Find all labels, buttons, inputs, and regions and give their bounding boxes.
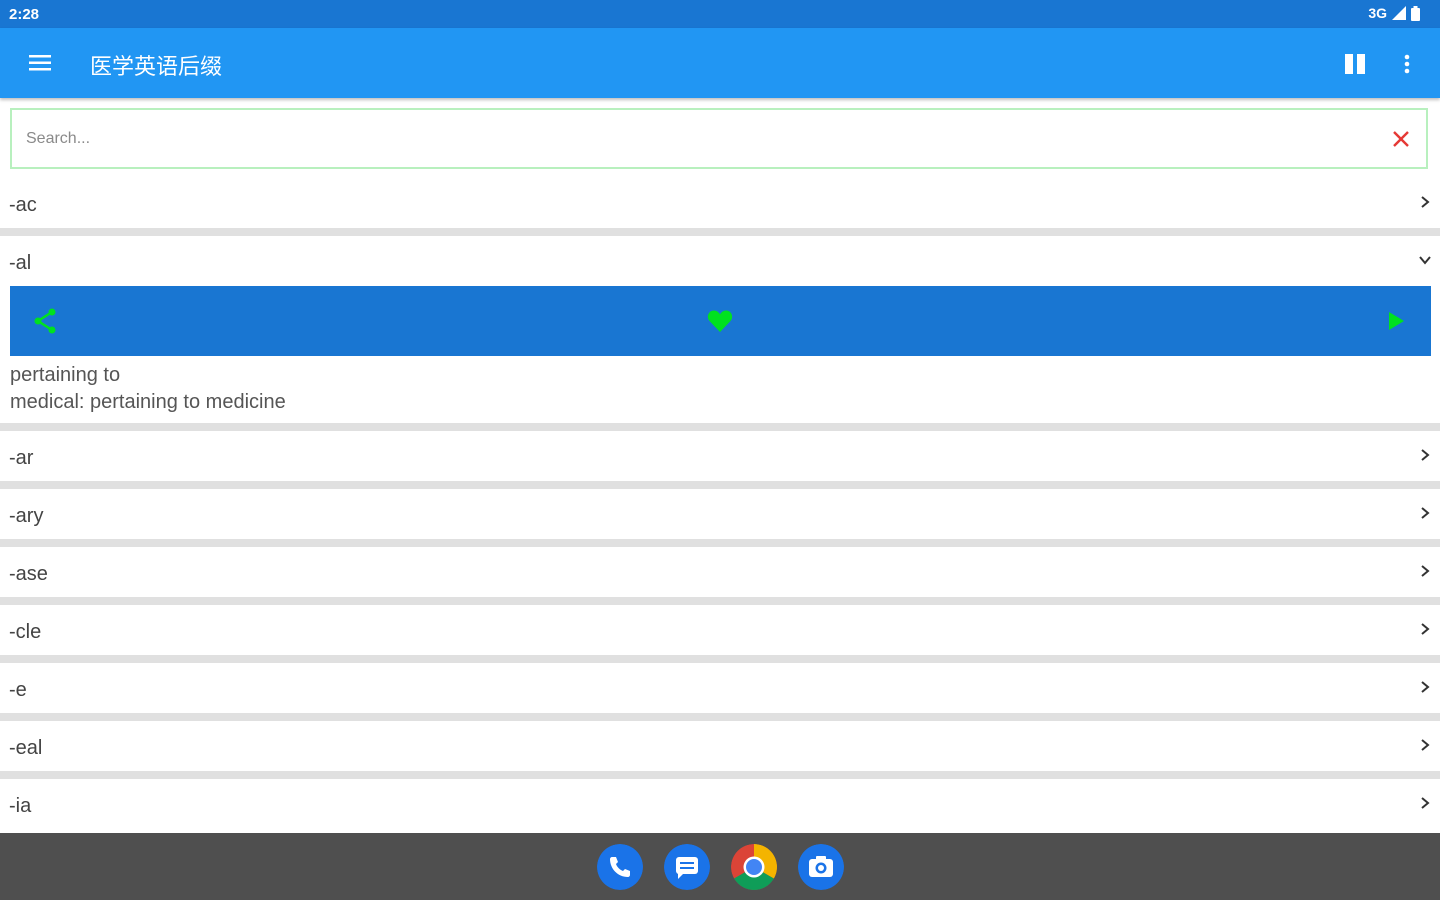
pause-icon: [1345, 54, 1365, 74]
divider: [0, 423, 1440, 431]
list-item[interactable]: -ia: [0, 779, 1440, 829]
heart-icon[interactable]: [707, 309, 733, 333]
more-options-button[interactable]: [1388, 45, 1426, 83]
app-dock: [0, 833, 1440, 900]
list-item-label: -al: [9, 252, 32, 274]
messages-icon[interactable]: [664, 844, 710, 890]
list-item[interactable]: -e: [0, 663, 1440, 713]
chrome-icon[interactable]: [731, 844, 777, 890]
chevron-right-icon: [1421, 681, 1430, 693]
play-icon[interactable]: [1387, 311, 1405, 331]
expanded-panel: pertaining to medical: pertaining to med…: [0, 286, 1440, 423]
list-item-expanded[interactable]: -al: [0, 236, 1440, 286]
status-icons: 3G: [1368, 5, 1420, 21]
divider: [0, 713, 1440, 721]
list-item-label: -ar: [9, 447, 34, 469]
list-item-label: -ia: [9, 795, 32, 817]
more-vert-icon: [1404, 54, 1410, 74]
divider: [0, 539, 1440, 547]
chevron-right-icon: [1421, 507, 1430, 519]
divider: [0, 228, 1440, 236]
list-item[interactable]: -ar: [0, 431, 1440, 481]
chevron-right-icon: [1421, 565, 1430, 577]
search-input[interactable]: [26, 110, 1366, 167]
list-item[interactable]: -eal: [0, 721, 1440, 771]
status-time: 2:28: [9, 6, 40, 23]
app-bar: 医学英语后缀: [0, 28, 1440, 98]
divider: [0, 771, 1440, 779]
status-bar: 2:28 3G: [0, 0, 1440, 28]
list-item-label: -ac: [9, 194, 37, 216]
camera-icon[interactable]: [798, 844, 844, 890]
definition-line: medical: pertaining to medicine: [10, 391, 286, 413]
pause-button[interactable]: [1336, 45, 1374, 83]
close-icon[interactable]: [1390, 128, 1412, 150]
chevron-right-icon: [1421, 623, 1430, 635]
chevron-right-icon: [1421, 449, 1430, 461]
list-item-label: -eal: [9, 737, 43, 759]
chevron-right-icon: [1421, 797, 1430, 809]
divider: [0, 655, 1440, 663]
suffix-list: -ac -al pertaining to medical: pertainin…: [0, 178, 1440, 829]
list-item-label: -ase: [9, 563, 48, 585]
signal-icon: [1392, 6, 1406, 20]
list-item[interactable]: -cle: [0, 605, 1440, 655]
definition-line: pertaining to: [10, 364, 121, 386]
chevron-right-icon: [1421, 196, 1430, 208]
list-item[interactable]: -ary: [0, 489, 1440, 539]
search-box: [10, 108, 1428, 169]
list-item[interactable]: -ac: [0, 178, 1440, 228]
list-item[interactable]: -ase: [0, 547, 1440, 597]
share-icon[interactable]: [32, 308, 58, 334]
divider: [0, 481, 1440, 489]
divider: [0, 597, 1440, 605]
list-item-label: -e: [9, 679, 27, 701]
phone-icon[interactable]: [597, 844, 643, 890]
app-title: 医学英语后缀: [90, 54, 223, 79]
menu-button[interactable]: [20, 43, 60, 83]
list-item-label: -cle: [9, 621, 42, 643]
action-bar: [10, 286, 1431, 356]
chevron-down-icon: [1419, 256, 1431, 265]
hamburger-menu-icon: [29, 55, 51, 71]
network-type: 3G: [1368, 5, 1387, 21]
definition-text: pertaining to medical: pertaining to med…: [10, 362, 286, 416]
list-item-label: -ary: [9, 505, 44, 527]
battery-icon: [1411, 5, 1420, 21]
chevron-right-icon: [1421, 739, 1430, 751]
